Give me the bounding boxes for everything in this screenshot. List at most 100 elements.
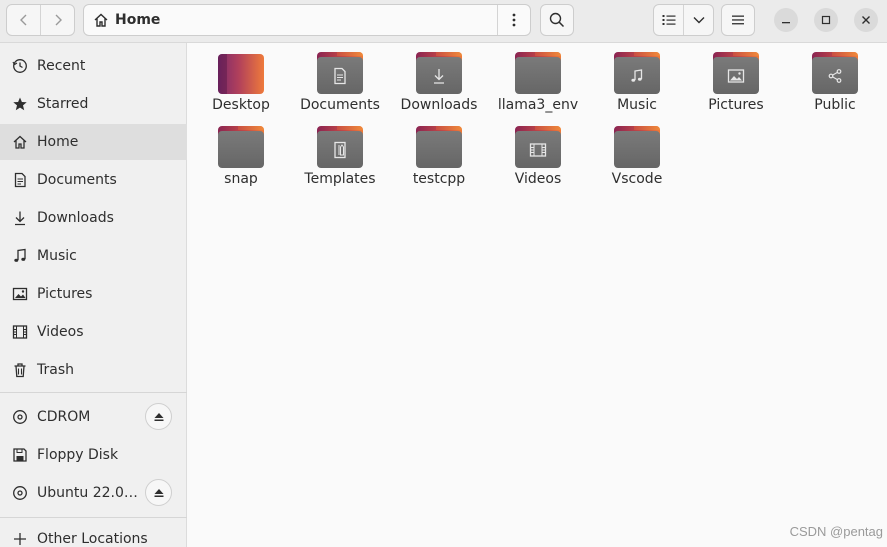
file-item-desktop[interactable]: Desktop [193, 43, 289, 113]
file-view: Desktop Documents Downloads llama3_env M… [188, 43, 887, 547]
download-icon [434, 68, 444, 84]
sidebar-item-videos[interactable]: Videos [0, 314, 187, 350]
sidebar-item-label: Recent [37, 58, 86, 74]
sidebar-item-label: Music [37, 248, 77, 264]
sidebar-item-floppy-disk[interactable]: Floppy Disk [0, 437, 187, 473]
eject-cdrom-button[interactable] [145, 403, 172, 430]
forward-button[interactable] [40, 5, 74, 35]
folder-icon [416, 126, 462, 168]
navigation-buttons [6, 4, 75, 36]
home-icon [94, 13, 108, 27]
sidebar-item-home[interactable]: Home [0, 124, 187, 160]
file-item-snap[interactable]: snap [193, 117, 289, 187]
template-icon [334, 141, 346, 158]
header-bar: Home [0, 0, 887, 43]
list-view-button[interactable] [654, 5, 683, 35]
file-name: Pictures [708, 97, 764, 113]
file-item-llama3-env[interactable]: llama3_env [490, 43, 586, 113]
file-item-public[interactable]: Public [787, 43, 883, 113]
sidebar-item-label: Videos [37, 324, 84, 340]
sidebar-item-downloads[interactable]: Downloads [0, 200, 187, 236]
sidebar-item-starred[interactable]: Starred [0, 86, 187, 122]
vertical-dots-icon [512, 13, 516, 27]
file-item-downloads[interactable]: Downloads [391, 43, 487, 113]
file-name: Videos [514, 171, 562, 187]
file-item-vscode[interactable]: Vscode [589, 117, 685, 187]
sidebar-item-label: Downloads [37, 210, 114, 226]
folder-icon [317, 52, 363, 94]
path-crumb-home[interactable]: Home [84, 5, 497, 35]
search-icon [549, 12, 565, 28]
trash-icon [11, 362, 28, 379]
sidebar-item-label: Home [37, 134, 79, 150]
file-item-documents[interactable]: Documents [292, 43, 388, 113]
folder-icon [515, 52, 561, 94]
document-icon [334, 67, 346, 84]
star-icon [11, 96, 28, 113]
sidebar-item-label: Starred [37, 96, 89, 112]
folder-icon [218, 52, 264, 94]
file-item-music[interactable]: Music [589, 43, 685, 113]
music-icon [631, 68, 643, 82]
file-name: llama3_env [497, 97, 579, 113]
close-button[interactable] [854, 8, 878, 32]
eject-ubuntu-button[interactable] [145, 479, 172, 506]
file-item-testcpp[interactable]: testcpp [391, 117, 487, 187]
sidebar-item-documents[interactable]: Documents [0, 162, 187, 198]
disc-icon [11, 409, 28, 426]
folder-icon [317, 126, 363, 168]
minimize-icon [782, 22, 790, 24]
view-options [653, 4, 714, 36]
file-name: Downloads [400, 97, 478, 113]
picture-icon [727, 68, 745, 83]
watermark: CSDN @pentag [789, 524, 883, 539]
sidebar-item-other-locations[interactable]: Other Locations [0, 521, 187, 547]
file-name: Templates [304, 171, 376, 187]
file-name: Documents [300, 97, 380, 113]
file-name: Vscode [611, 171, 663, 187]
folder-icon [812, 52, 858, 94]
file-item-templates[interactable]: Templates [292, 117, 388, 187]
file-name: Desktop [212, 97, 270, 113]
sidebar-divider [0, 392, 187, 393]
maximize-button[interactable] [814, 8, 838, 32]
main-menu-button[interactable] [721, 4, 755, 36]
music-icon [11, 248, 28, 265]
floppy-icon [11, 447, 28, 464]
file-item-videos[interactable]: Videos [490, 117, 586, 187]
path-label: Home [115, 12, 161, 28]
clock-icon [11, 58, 28, 75]
file-item-pictures[interactable]: Pictures [688, 43, 784, 113]
sidebar-item-trash[interactable]: Trash [0, 352, 187, 388]
sidebar: Recent Starred Home Documents Downloads … [0, 43, 187, 547]
sidebar-item-pictures[interactable]: Pictures [0, 276, 187, 312]
sidebar-item-label: Documents [37, 172, 117, 188]
chevron-right-icon [55, 14, 62, 26]
video-icon [529, 142, 547, 157]
sidebar-item-label: Ubuntu 22.0… [37, 485, 138, 501]
sidebar-item-label: CDROM [37, 409, 91, 425]
list-view-icon [662, 15, 675, 25]
path-menu-button[interactable] [497, 5, 530, 35]
folder-icon [713, 52, 759, 94]
sidebar-item-music[interactable]: Music [0, 238, 187, 274]
sidebar-item-label: Trash [37, 362, 74, 378]
close-icon [862, 16, 870, 24]
chevron-left-icon [19, 14, 26, 26]
chevron-down-icon [693, 17, 704, 24]
folder-icon [515, 126, 561, 168]
back-button[interactable] [7, 5, 40, 35]
sidebar-item-recent[interactable]: Recent [0, 48, 187, 84]
search-button[interactable] [540, 4, 574, 36]
eject-icon [154, 488, 163, 497]
home-icon [11, 134, 28, 151]
sidebar-item-label: Other Locations [37, 531, 148, 547]
hamburger-icon [732, 15, 744, 25]
folder-icon [218, 126, 264, 168]
path-bar[interactable]: Home [83, 4, 531, 36]
minimize-button[interactable] [774, 8, 798, 32]
download-icon [11, 210, 28, 227]
view-dropdown-button[interactable] [683, 5, 713, 35]
picture-icon [11, 286, 28, 303]
file-name: snap [224, 171, 258, 187]
